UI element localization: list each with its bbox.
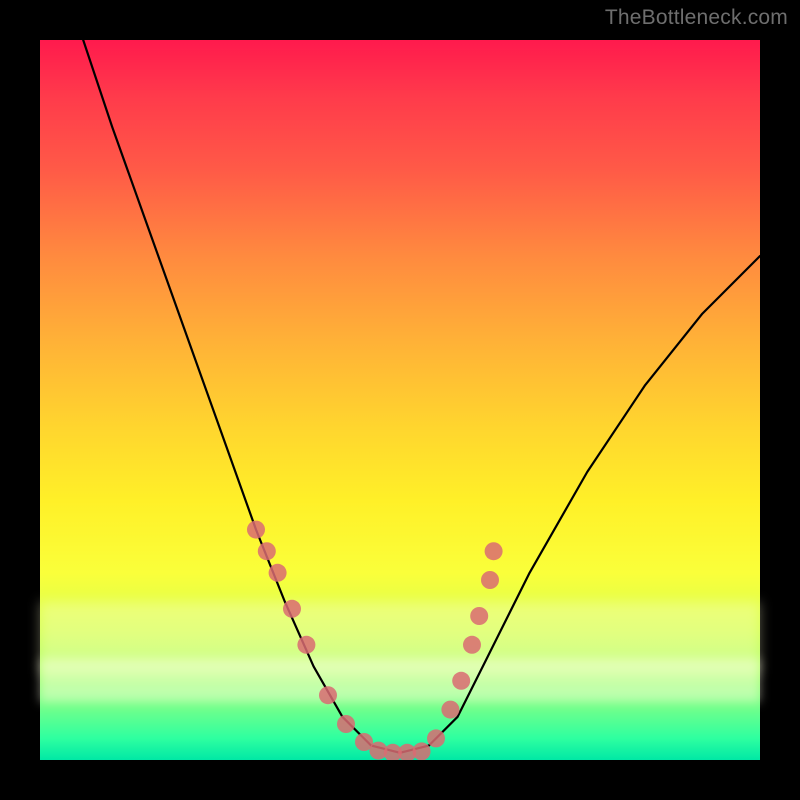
- marker-dot: [247, 521, 265, 539]
- chart-frame: TheBottleneck.com: [0, 0, 800, 800]
- marker-dot: [441, 701, 459, 719]
- marker-dot: [481, 571, 499, 589]
- highlight-markers: [247, 521, 503, 760]
- marker-dot: [463, 636, 481, 654]
- marker-dot: [258, 542, 276, 560]
- chart-svg: [40, 40, 760, 760]
- marker-dot: [297, 636, 315, 654]
- marker-dot: [319, 686, 337, 704]
- plot-area: [40, 40, 760, 760]
- marker-dot: [470, 607, 488, 625]
- marker-dot: [452, 672, 470, 690]
- curve-line: [83, 40, 760, 753]
- marker-dot: [337, 715, 355, 733]
- marker-dot: [485, 542, 503, 560]
- marker-dot: [283, 600, 301, 618]
- marker-dot: [413, 742, 431, 760]
- watermark-text: TheBottleneck.com: [605, 6, 788, 30]
- marker-dot: [269, 564, 287, 582]
- marker-dot: [427, 729, 445, 747]
